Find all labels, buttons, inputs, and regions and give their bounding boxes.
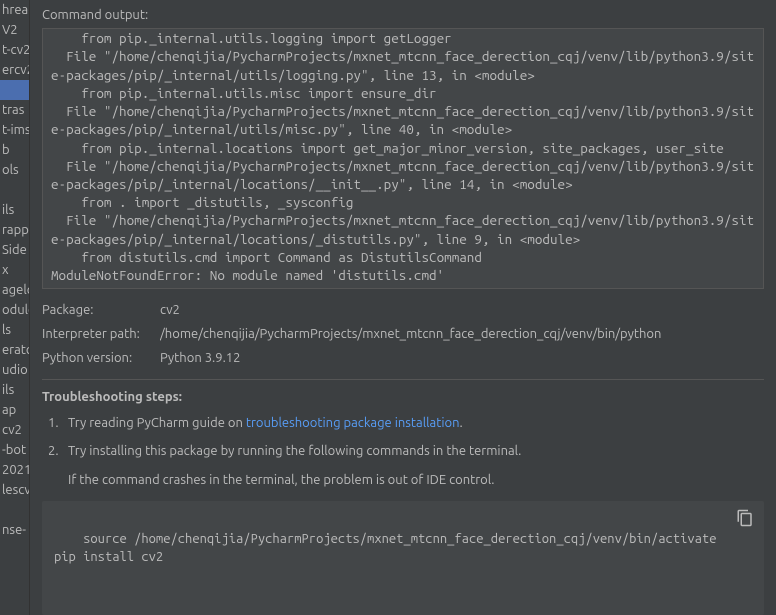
sidebar-item[interactable]: lescv2 bbox=[0, 480, 29, 500]
sidebar-item[interactable]: t-ims bbox=[0, 120, 29, 140]
sidebar-item[interactable] bbox=[0, 80, 29, 100]
sidebar-item[interactable]: t-cv2 bbox=[0, 40, 29, 60]
sidebar-item[interactable]: 2021 bbox=[0, 460, 29, 480]
command-output-label: Command output: bbox=[42, 8, 764, 22]
sidebar-item[interactable]: odule bbox=[0, 300, 29, 320]
interpreter-label: Interpreter path: bbox=[42, 327, 160, 341]
list-number: 1. bbox=[48, 414, 68, 432]
command-output-textarea[interactable]: e-packages/pip/_internal/configuration.p… bbox=[42, 28, 764, 289]
sidebar-item[interactable]: cv2 bbox=[0, 420, 29, 440]
package-label: Package: bbox=[42, 303, 160, 317]
sidebar-item[interactable]: -bot bbox=[0, 440, 29, 460]
sidebar-item[interactable]: tras bbox=[0, 100, 29, 120]
troubleshooting-list: 1. Try reading PyCharm guide on troubles… bbox=[42, 414, 764, 470]
sidebar-item[interactable]: ap bbox=[0, 400, 29, 420]
sidebar-item[interactable]: x bbox=[0, 260, 29, 280]
sidebar-item[interactable]: ercv2 bbox=[0, 60, 29, 80]
copy-icon[interactable] bbox=[736, 509, 754, 527]
package-info: Package: cv2 Interpreter path: /home/che… bbox=[42, 303, 764, 365]
step2-text: Try installing this package by running t… bbox=[68, 442, 521, 460]
command-text: source /home/chenqijia/PycharmProjects/m… bbox=[54, 532, 717, 565]
sidebar-item[interactable]: ils bbox=[0, 200, 29, 220]
list-number: 2. bbox=[48, 442, 68, 460]
sidebar-item[interactable]: rapp bbox=[0, 220, 29, 240]
troubleshooting-link[interactable]: troubleshooting package installation bbox=[246, 416, 460, 430]
python-version-label: Python version: bbox=[42, 351, 160, 365]
troubleshooting-step-2: 2. Try installing this package by runnin… bbox=[48, 442, 764, 460]
interpreter-value: /home/chenqijia/PycharmProjects/mxnet_mt… bbox=[160, 327, 764, 341]
troubleshooting-step-2-sub: If the command crashes in the terminal, … bbox=[42, 471, 764, 489]
package-list-sidebar[interactable]: hreadsV2t-cv2ercv2 trast-imsbols ilsrapp… bbox=[0, 0, 30, 615]
sidebar-item[interactable]: udio bbox=[0, 360, 29, 380]
sidebar-item[interactable]: ols bbox=[0, 160, 29, 180]
sidebar-item[interactable] bbox=[0, 500, 29, 520]
python-version-value: Python 3.9.12 bbox=[160, 351, 764, 365]
sidebar-item[interactable]: hreads bbox=[0, 0, 29, 20]
step1-text-suffix: . bbox=[460, 416, 463, 430]
suggested-commands[interactable]: source /home/chenqijia/PycharmProjects/m… bbox=[42, 501, 764, 615]
troubleshooting-step-1: 1. Try reading PyCharm guide on troubles… bbox=[48, 414, 764, 432]
sidebar-item[interactable]: erato bbox=[0, 340, 29, 360]
sidebar-item[interactable]: Side bbox=[0, 240, 29, 260]
package-value: cv2 bbox=[160, 303, 764, 317]
sidebar-item[interactable]: agelc bbox=[0, 280, 29, 300]
sidebar-item[interactable]: V2 bbox=[0, 20, 29, 40]
sidebar-item[interactable]: nse- bbox=[0, 520, 29, 540]
sidebar-item[interactable] bbox=[0, 180, 29, 200]
troubleshooting-header: Troubleshooting steps: bbox=[42, 390, 764, 404]
divider bbox=[42, 379, 764, 380]
error-panel: Command output: e-packages/pip/_internal… bbox=[30, 0, 776, 615]
sidebar-item[interactable]: b bbox=[0, 140, 29, 160]
step1-text-prefix: Try reading PyCharm guide on bbox=[68, 416, 246, 430]
sidebar-item[interactable]: ls bbox=[0, 320, 29, 340]
sidebar-item[interactable]: ils bbox=[0, 380, 29, 400]
